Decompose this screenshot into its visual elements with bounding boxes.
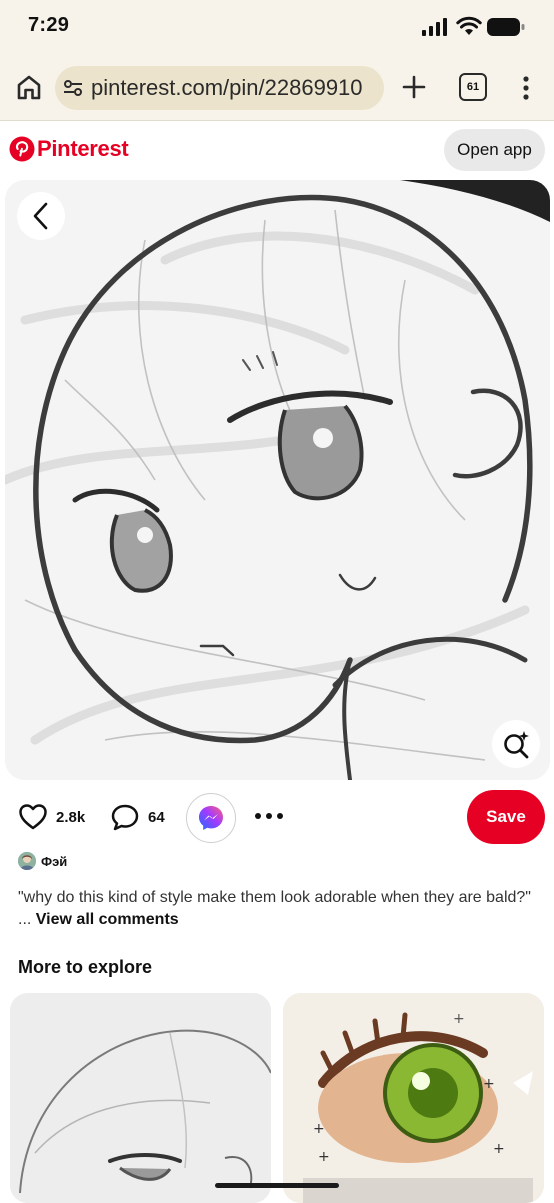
browser-chrome: 7:29 pinterest.com/pin/22869910 61 bbox=[0, 0, 554, 120]
cellular-signal-icon bbox=[422, 18, 447, 36]
chevron-left-icon bbox=[33, 202, 48, 230]
home-indicator[interactable] bbox=[215, 1183, 339, 1188]
messenger-icon bbox=[199, 806, 223, 830]
card-eye-illustration: + + + + + bbox=[283, 993, 544, 1203]
more-dot bbox=[266, 813, 272, 819]
site-header: Pinterest Open app bbox=[0, 121, 554, 177]
section-title: More to explore bbox=[18, 957, 153, 977]
author-avatar[interactable] bbox=[18, 852, 36, 870]
wifi-icon bbox=[456, 16, 482, 35]
card-sketch-image bbox=[10, 993, 271, 1203]
home-icon[interactable] bbox=[14, 72, 44, 102]
status-time: 7:29 bbox=[28, 14, 70, 36]
svg-text:+: + bbox=[453, 1011, 465, 1027]
svg-text:+: + bbox=[483, 1076, 495, 1092]
svg-text:+: + bbox=[318, 1149, 330, 1165]
like-count: 2.8k bbox=[56, 808, 86, 826]
site-settings-icon[interactable] bbox=[63, 78, 83, 98]
new-tab-icon[interactable] bbox=[400, 73, 428, 101]
more-dot bbox=[277, 813, 283, 819]
pin-actions: 2.8k 64 Save bbox=[0, 790, 554, 844]
visual-search-button[interactable] bbox=[492, 720, 540, 768]
heart-icon bbox=[19, 804, 47, 830]
pin-image[interactable] bbox=[5, 180, 550, 780]
comment-button[interactable]: 64 bbox=[110, 803, 165, 831]
pinterest-p-icon bbox=[9, 136, 35, 162]
pin-description: "why do this kind of style make them loo… bbox=[18, 887, 538, 931]
author-name[interactable]: Фэй bbox=[41, 854, 67, 869]
avatar-image bbox=[18, 852, 36, 870]
url-text[interactable]: pinterest.com/pin/22869910 bbox=[91, 75, 363, 101]
pin-sketch-illustration bbox=[5, 180, 550, 780]
status-bar: 7:29 bbox=[0, 0, 554, 52]
back-button[interactable] bbox=[17, 192, 65, 240]
like-button[interactable]: 2.8k bbox=[18, 803, 85, 831]
svg-text:+: + bbox=[313, 1121, 325, 1137]
tab-switcher-button[interactable]: 61 bbox=[459, 73, 487, 101]
svg-text:+: + bbox=[493, 1141, 505, 1157]
pin-author[interactable]: Фэй bbox=[18, 852, 67, 870]
save-button[interactable]: Save bbox=[467, 790, 545, 844]
brand-name: Pinterest bbox=[37, 136, 129, 161]
share-messenger-button[interactable] bbox=[186, 793, 236, 843]
comment-count: 64 bbox=[148, 808, 165, 826]
open-app-button[interactable]: Open app bbox=[444, 129, 545, 171]
address-bar[interactable]: pinterest.com/pin/22869910 bbox=[55, 66, 384, 110]
browser-toolbar: pinterest.com/pin/22869910 61 bbox=[0, 60, 554, 118]
pinterest-logo[interactable]: Pinterest bbox=[9, 135, 129, 163]
view-all-comments-link[interactable]: View all comments bbox=[36, 911, 179, 928]
more-options-icon[interactable] bbox=[255, 810, 287, 822]
more-dot bbox=[255, 813, 261, 819]
explore-card[interactable]: + + + + + bbox=[283, 993, 544, 1203]
battery-icon bbox=[487, 18, 525, 36]
visual-search-icon bbox=[504, 731, 529, 759]
comment-bubble-icon bbox=[111, 804, 139, 831]
overflow-menu-icon[interactable] bbox=[516, 74, 536, 102]
explore-card[interactable] bbox=[10, 993, 271, 1203]
